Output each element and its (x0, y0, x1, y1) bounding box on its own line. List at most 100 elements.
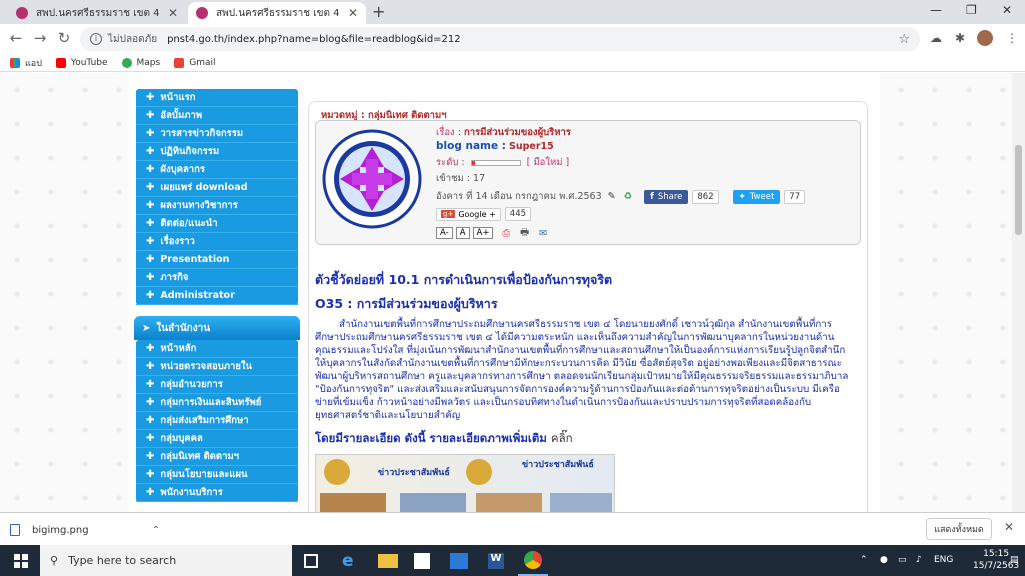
bookmark-star-icon[interactable]: ☆ (898, 32, 910, 47)
youtube-icon (55, 57, 66, 68)
profile-avatar[interactable] (977, 30, 993, 46)
facebook-share-button[interactable]: f Share (644, 189, 689, 204)
subject-value: การมีส่วนร่วมของผู้บริหาร (463, 127, 571, 138)
forward-icon[interactable]: → (30, 29, 50, 47)
office-logo (322, 129, 422, 229)
download-item[interactable]: bigimg.png ⌃ (10, 519, 160, 541)
cloud-extension-icon[interactable]: ☁ (930, 31, 942, 45)
sidebar-menu-item[interactable]: ✚ Administrator (136, 287, 298, 305)
sidebar-menu-item[interactable]: ✚ พนักงานบริการ (136, 484, 298, 502)
file-explorer-icon[interactable] (378, 554, 398, 568)
sidebar-menu-item[interactable]: ✚ หน้าแรก (136, 89, 298, 107)
blog-name-value[interactable]: Super15 (509, 141, 554, 152)
bookmark-gmail[interactable]: Gmail (174, 57, 215, 68)
close-window-icon[interactable]: ✕ (1002, 3, 1012, 17)
sidebar-menu-label: กลุ่มอำนวยการ (160, 379, 223, 390)
language-indicator[interactable]: ENG (934, 555, 953, 565)
news-banner-image[interactable]: ข่าวประชาสัมพันธ์ ข่าวประชาสัมพันธ์ (315, 454, 615, 512)
share-count: 862 (692, 189, 719, 204)
notification-icon[interactable]: ▤ (1010, 555, 1019, 565)
page-scrollbar[interactable] (1012, 73, 1025, 512)
menu-kebab-icon[interactable]: ⋮ (1006, 31, 1018, 45)
sidebar-menu-label: Presentation (160, 254, 230, 265)
pdf-icon[interactable]: ⎙ (502, 228, 510, 239)
minimize-icon[interactable]: — (930, 3, 942, 17)
info-icon[interactable]: i (90, 33, 102, 45)
sidebar-menu-item[interactable]: ✚ เผยแพร่ download (136, 179, 298, 197)
store-icon[interactable] (414, 553, 430, 569)
scrollbar-thumb[interactable] (1015, 145, 1022, 235)
back-icon[interactable]: ← (6, 29, 26, 47)
sidebar-menu-item[interactable]: ✚ หน่วยตรวจสอบภายใน (136, 358, 298, 376)
banner-photo (400, 493, 466, 512)
network-icon[interactable]: ▭ (898, 555, 907, 565)
google-plus-button[interactable]: g+ Google + (436, 207, 501, 221)
bookmark-maps[interactable]: Maps (121, 57, 160, 68)
edit-icon[interactable]: ✎ (608, 191, 616, 202)
sidebar-menu-label: กลุ่มการเงินและสินทรัพย์ (160, 397, 262, 408)
detail-click-link[interactable]: คลิ๊ก (551, 431, 573, 445)
close-tab-icon[interactable]: ✕ (348, 6, 358, 20)
restore-icon[interactable]: ❐ (966, 3, 977, 17)
sidebar-menu-item[interactable]: ✚ ติดต่อ/แนะนำ (136, 215, 298, 233)
font-decrease-button[interactable]: A- (436, 227, 453, 239)
subject-label: เรื่อง : (436, 127, 461, 138)
tweet-button[interactable]: ✦ Tweet (732, 189, 781, 204)
sidebar-menu-item[interactable]: ✚ กลุ่มส่งเสริมการศึกษา (136, 412, 298, 430)
url-text[interactable]: pnst4.go.th/index.php?name=blog&file=rea… (167, 34, 461, 45)
sidebar-menu-item[interactable]: ✚ กลุ่มการเงินและสินทรัพย์ (136, 394, 298, 412)
browser-tab-2[interactable]: สพป.นครศรีธรรมราช เขต 4 ✕ (188, 2, 366, 24)
sidebar-menu-item[interactable]: ✚ เรื่องราว (136, 233, 298, 251)
tab-title: สพป.นครศรีธรรมราช เขต 4 (216, 7, 340, 19)
tab-title: สพป.นครศรีธรรมราช เขต 4 (36, 7, 160, 19)
font-increase-button[interactable]: A+ (472, 227, 494, 239)
task-view-icon[interactable] (304, 554, 318, 568)
menu-bullet-icon: ✚ (146, 433, 155, 444)
extensions-puzzle-icon[interactable]: ✱ (955, 31, 965, 45)
sidebar-menu-item[interactable]: ✚ กลุ่มนโยบายและแผน (136, 466, 298, 484)
close-download-bar-icon[interactable]: ✕ (1004, 520, 1014, 534)
bookmark-youtube[interactable]: YouTube (55, 57, 108, 68)
menu-bullet-icon: ✚ (146, 290, 155, 301)
email-icon[interactable]: ✉ (539, 228, 547, 239)
sidebar-menu-item[interactable]: ✚ Presentation (136, 251, 298, 269)
tray-app-icon[interactable]: ● (880, 555, 888, 565)
recycle-icon[interactable]: ♻ (624, 191, 633, 202)
main-menu: ✚ หน้าแรก ✚ อัลบั้มภาพ ✚ วารสารข่าวกิจกรรม ✚ ปฏ… (136, 89, 298, 305)
level-label: ระดับ : (436, 157, 465, 168)
tray-chevron-icon[interactable]: ⌃ (860, 555, 868, 565)
sidebar-menu-item[interactable]: ✚ ปฏิทินกิจกรรม (136, 143, 298, 161)
banner-title-2: ข่าวประชาสัมพันธ์ (522, 460, 594, 470)
sidebar-menu-item[interactable]: ✚ กลุ่มอำนวยการ (136, 376, 298, 394)
mail-icon[interactable] (450, 553, 468, 569)
address-bar[interactable]: i ไม่ปลอดภัย pnst4.go.th/index.php?name=… (80, 27, 920, 51)
show-all-downloads-button[interactable]: แสดงทั้งหมด (926, 518, 992, 540)
sidebar-menu-item[interactable]: ✚ วารสารข่าวกิจกรรม (136, 125, 298, 143)
sidebar-menu-item[interactable]: ✚ ผังบุคลากร (136, 161, 298, 179)
font-normal-button[interactable]: A (455, 227, 470, 239)
sidebar-menu-item[interactable]: ✚ อัลบั้มภาพ (136, 107, 298, 125)
chrome-icon[interactable] (524, 551, 542, 569)
edge-icon[interactable]: e (342, 551, 362, 571)
volume-icon[interactable]: ♪ (916, 555, 922, 565)
word-icon[interactable]: W (488, 553, 504, 569)
print-icon[interactable]: 🖶 (520, 225, 529, 241)
taskbar-search-input[interactable]: ⚲ Type here to search (40, 545, 292, 576)
tools-line: A- A A+ ⎙ 🖶 ✉ (436, 225, 547, 241)
sidebar-menu-item[interactable]: ✚ ผลงานทางวิชาการ (136, 197, 298, 215)
menu-bullet-icon: ✚ (146, 487, 155, 498)
content-wrapper: ✚ หน้าแรก ✚ อัลบั้มภาพ ✚ วารสารข่าวกิจกรรม ✚ ปฏ… (128, 73, 880, 512)
close-tab-icon[interactable]: ✕ (168, 6, 178, 20)
bookmarks-bar: แอป YouTube Maps Gmail (0, 54, 1025, 72)
sidebar-menu-item[interactable]: ✚ หน้าหลัก (136, 340, 298, 358)
sidebar-menu-item[interactable]: ✚ กลุ่มนิเทศ ติดตามฯ (136, 448, 298, 466)
chevron-up-icon[interactable]: ⌃ (152, 525, 160, 536)
sidebar-menu-item[interactable]: ✚ ภารกิจ (136, 269, 298, 287)
sidebar-menu-item[interactable]: ✚ กลุ่มบุคคล (136, 430, 298, 448)
windows-start-icon[interactable] (14, 554, 28, 568)
new-tab-icon[interactable]: + (372, 2, 385, 21)
browser-tab-1[interactable]: สพป.นครศรีธรรมราช เขต 4 ✕ (8, 2, 186, 24)
reload-icon[interactable]: ↻ (54, 29, 74, 47)
detail-text: โดยมีรายละเอียด ดังนี้ รายละเอียดภาพเพิ่… (315, 431, 547, 445)
bookmark-apps[interactable]: แอป (10, 56, 42, 70)
